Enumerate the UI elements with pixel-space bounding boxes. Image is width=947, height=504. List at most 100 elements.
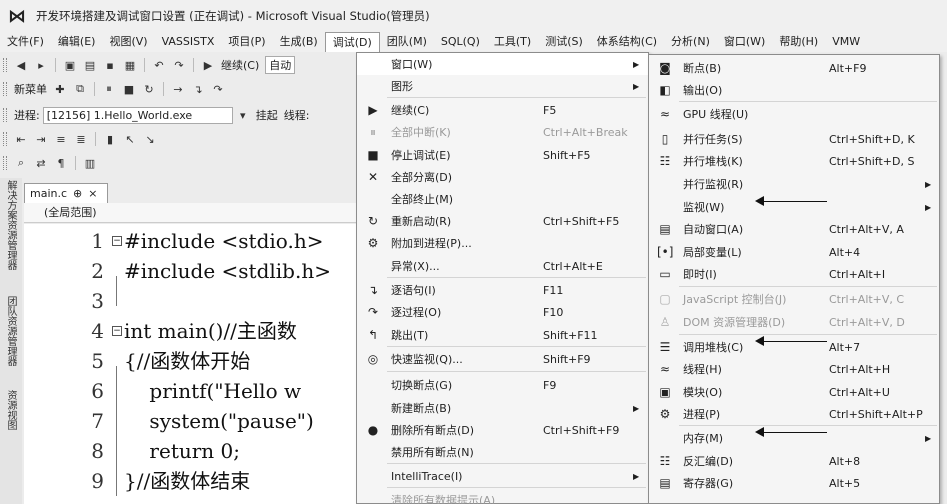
new-menu-button[interactable]: 新菜单 [14, 81, 47, 97]
forward-icon[interactable]: ▸ [34, 58, 48, 72]
window-submenu-item[interactable]: ≈ GPU 线程(U) [649, 103, 939, 125]
toolbar-grip[interactable] [3, 108, 7, 122]
debug-menu-item[interactable]: ✕ 全部分离(D) [357, 166, 648, 188]
save-all-icon[interactable]: ▦ [123, 58, 137, 72]
menu-item-2[interactable]: 视图(V) [102, 32, 154, 52]
window-submenu-item[interactable]: ▯ 并行任务(S) Ctrl+Shift+D, K [649, 128, 939, 150]
comment-icon[interactable]: ≡ [54, 132, 68, 146]
code-text[interactable]: int main()//主函数 [124, 316, 297, 346]
add-icon[interactable]: ✚ [53, 82, 67, 96]
close-icon[interactable]: × [88, 187, 97, 200]
debug-menu-item[interactable]: ↻ 重新启动(R) Ctrl+Shift+F5 [357, 210, 648, 232]
chevron-down-icon[interactable]: ▾ [236, 108, 250, 122]
pause-icon[interactable]: ⏸ [102, 82, 116, 96]
debug-menu-item[interactable]: 窗口(W) ▶ [357, 53, 648, 75]
save-icon[interactable]: ▪ [103, 58, 117, 72]
menu-item-0[interactable]: 文件(F) [0, 32, 51, 52]
prev-bookmark-icon[interactable]: ↖ [123, 132, 137, 146]
window-submenu-item[interactable]: ▣ 模块(O) Ctrl+Alt+U [649, 381, 939, 403]
layout-icon[interactable]: ▥ [83, 156, 97, 170]
debug-menu-item[interactable]: 图形 ▶ [357, 75, 648, 97]
new-project-icon[interactable]: ▣ [63, 58, 77, 72]
debug-menu-item[interactable]: IntelliTrace(I) ▶ [357, 465, 648, 487]
fold-toggle-icon[interactable]: − [112, 236, 122, 246]
side-tab-team-explorer[interactable]: 团队资源管理器 [3, 296, 18, 366]
window-submenu-item[interactable]: ☰ 调用堆栈(C) Alt+7 [649, 336, 939, 358]
toolbar-grip[interactable] [3, 132, 7, 146]
pin-icon[interactable]: ⊕ [73, 187, 82, 200]
stop-icon[interactable]: ■ [122, 82, 136, 96]
code-text[interactable]: #include <stdlib.h> [124, 256, 331, 286]
config-dropdown[interactable]: 自动 [265, 56, 296, 74]
toolbar-grip[interactable] [3, 156, 7, 170]
window-submenu-item[interactable]: ⚙ 进程(P) Ctrl+Shift+Alt+P [649, 403, 939, 425]
menu-item-10[interactable]: 测试(S) [538, 32, 590, 52]
find-icon[interactable]: ⌕ [14, 156, 28, 170]
window-submenu-item[interactable]: ▤ 寄存器(G) Alt+5 [649, 472, 939, 494]
fold-toggle-icon[interactable]: − [112, 326, 122, 336]
suspend-button[interactable]: 挂起 [256, 107, 278, 123]
next-bookmark-icon[interactable]: ↘ [143, 132, 157, 146]
restart-icon[interactable]: ↻ [142, 82, 156, 96]
menu-item-13[interactable]: 窗口(W) [717, 32, 772, 52]
code-text[interactable]: return 0; [124, 436, 240, 466]
menu-item-6[interactable]: 调试(D) [324, 32, 380, 52]
step-over-icon[interactable]: ↷ [211, 82, 225, 96]
window-submenu-item[interactable]: ☷ 并行堆栈(K) Ctrl+Shift+D, S [649, 150, 939, 172]
back-icon[interactable]: ◀ [14, 58, 28, 72]
toolbar-grip[interactable] [3, 58, 7, 72]
debug-menu-item[interactable]: ⚙ 附加到进程(P)... [357, 232, 648, 254]
window-submenu-item[interactable]: [•] 局部变量(L) Alt+4 [649, 241, 939, 263]
menu-item-11[interactable]: 体系结构(C) [590, 32, 664, 52]
code-text[interactable]: system("pause") [124, 406, 313, 436]
menu-item-7[interactable]: 团队(M) [380, 32, 434, 52]
code-editor[interactable]: 1 #include <stdio.h> −2 #include <stdlib.h>… [24, 224, 356, 504]
menu-item-12[interactable]: 分析(N) [664, 32, 717, 52]
undo-icon[interactable]: ↶ [152, 58, 166, 72]
format-icon[interactable]: ¶ [54, 156, 68, 170]
code-text[interactable]: #include <stdio.h> [124, 226, 323, 256]
bookmark-icon[interactable]: ▮ [103, 132, 117, 146]
debug-menu-item[interactable]: ◎ 快速监视(Q)... Shift+F9 [357, 348, 648, 370]
outdent-icon[interactable]: ⇥ [34, 132, 48, 146]
scope-dropdown[interactable]: (全局范围) [24, 203, 356, 223]
debug-menu-item[interactable]: ↴ 逐语句(I) F11 [357, 279, 648, 301]
indent-icon[interactable]: ⇤ [14, 132, 28, 146]
debug-menu-item[interactable]: 异常(X)... Ctrl+Alt+E [357, 255, 648, 277]
menu-item-14[interactable]: 帮助(H) [772, 32, 825, 52]
code-text[interactable]: printf("Hello w [124, 376, 301, 406]
uncomment-icon[interactable]: ≣ [74, 132, 88, 146]
replace-icon[interactable]: ⇄ [34, 156, 48, 170]
tab-main-c[interactable]: main.c ⊕ × [24, 183, 108, 203]
menu-item-5[interactable]: 生成(B) [273, 32, 325, 52]
show-next-statement-icon[interactable]: → [171, 82, 185, 96]
window-submenu-item[interactable]: 内存(M) ▶ [649, 427, 939, 449]
window-submenu-item[interactable]: ▤ 自动窗口(A) Ctrl+Alt+V, A [649, 218, 939, 240]
menu-item-1[interactable]: 编辑(E) [51, 32, 103, 52]
debug-menu-item[interactable]: ● 删除所有断点(D) Ctrl+Shift+F9 [357, 419, 648, 441]
copy-icon[interactable]: ⧉ [73, 82, 87, 96]
code-text[interactable]: }//函数体结束 [124, 466, 250, 496]
continue-icon[interactable]: ▶ [201, 58, 215, 72]
menu-item-8[interactable]: SQL(Q) [434, 32, 487, 52]
window-submenu-item[interactable]: ◙ 断点(B) Alt+F9 [649, 57, 939, 79]
code-text[interactable]: {//函数体开始 [124, 346, 250, 376]
menu-item-9[interactable]: 工具(T) [487, 32, 538, 52]
debug-menu-item[interactable]: 禁用所有断点(N) [357, 441, 648, 463]
window-submenu-item[interactable]: ≈ 线程(H) Ctrl+Alt+H [649, 358, 939, 380]
process-dropdown[interactable]: [12156] 1.Hello_World.exe [42, 106, 233, 124]
debug-menu-item[interactable]: ↰ 跳出(T) Shift+F11 [357, 324, 648, 346]
redo-icon[interactable]: ↷ [172, 58, 186, 72]
open-icon[interactable]: ▤ [83, 58, 97, 72]
debug-menu-item[interactable]: ▶ 继续(C) F5 [357, 99, 648, 121]
menu-item-4[interactable]: 项目(P) [221, 32, 272, 52]
toolbar-grip[interactable] [3, 82, 7, 96]
debug-menu-item[interactable]: 切换断点(G) F9 [357, 374, 648, 396]
debug-menu-item[interactable]: 全部终止(M) [357, 188, 648, 210]
debug-menu-item[interactable]: ■ 停止调试(E) Shift+F5 [357, 144, 648, 166]
continue-button[interactable]: 继续(C) [221, 57, 259, 73]
window-submenu-item[interactable]: ▭ 即时(I) Ctrl+Alt+I [649, 263, 939, 285]
step-into-icon[interactable]: ↴ [191, 82, 205, 96]
menu-item-15[interactable]: VMW [825, 32, 867, 52]
window-submenu-item[interactable]: 并行监视(R) ▶ [649, 173, 939, 195]
